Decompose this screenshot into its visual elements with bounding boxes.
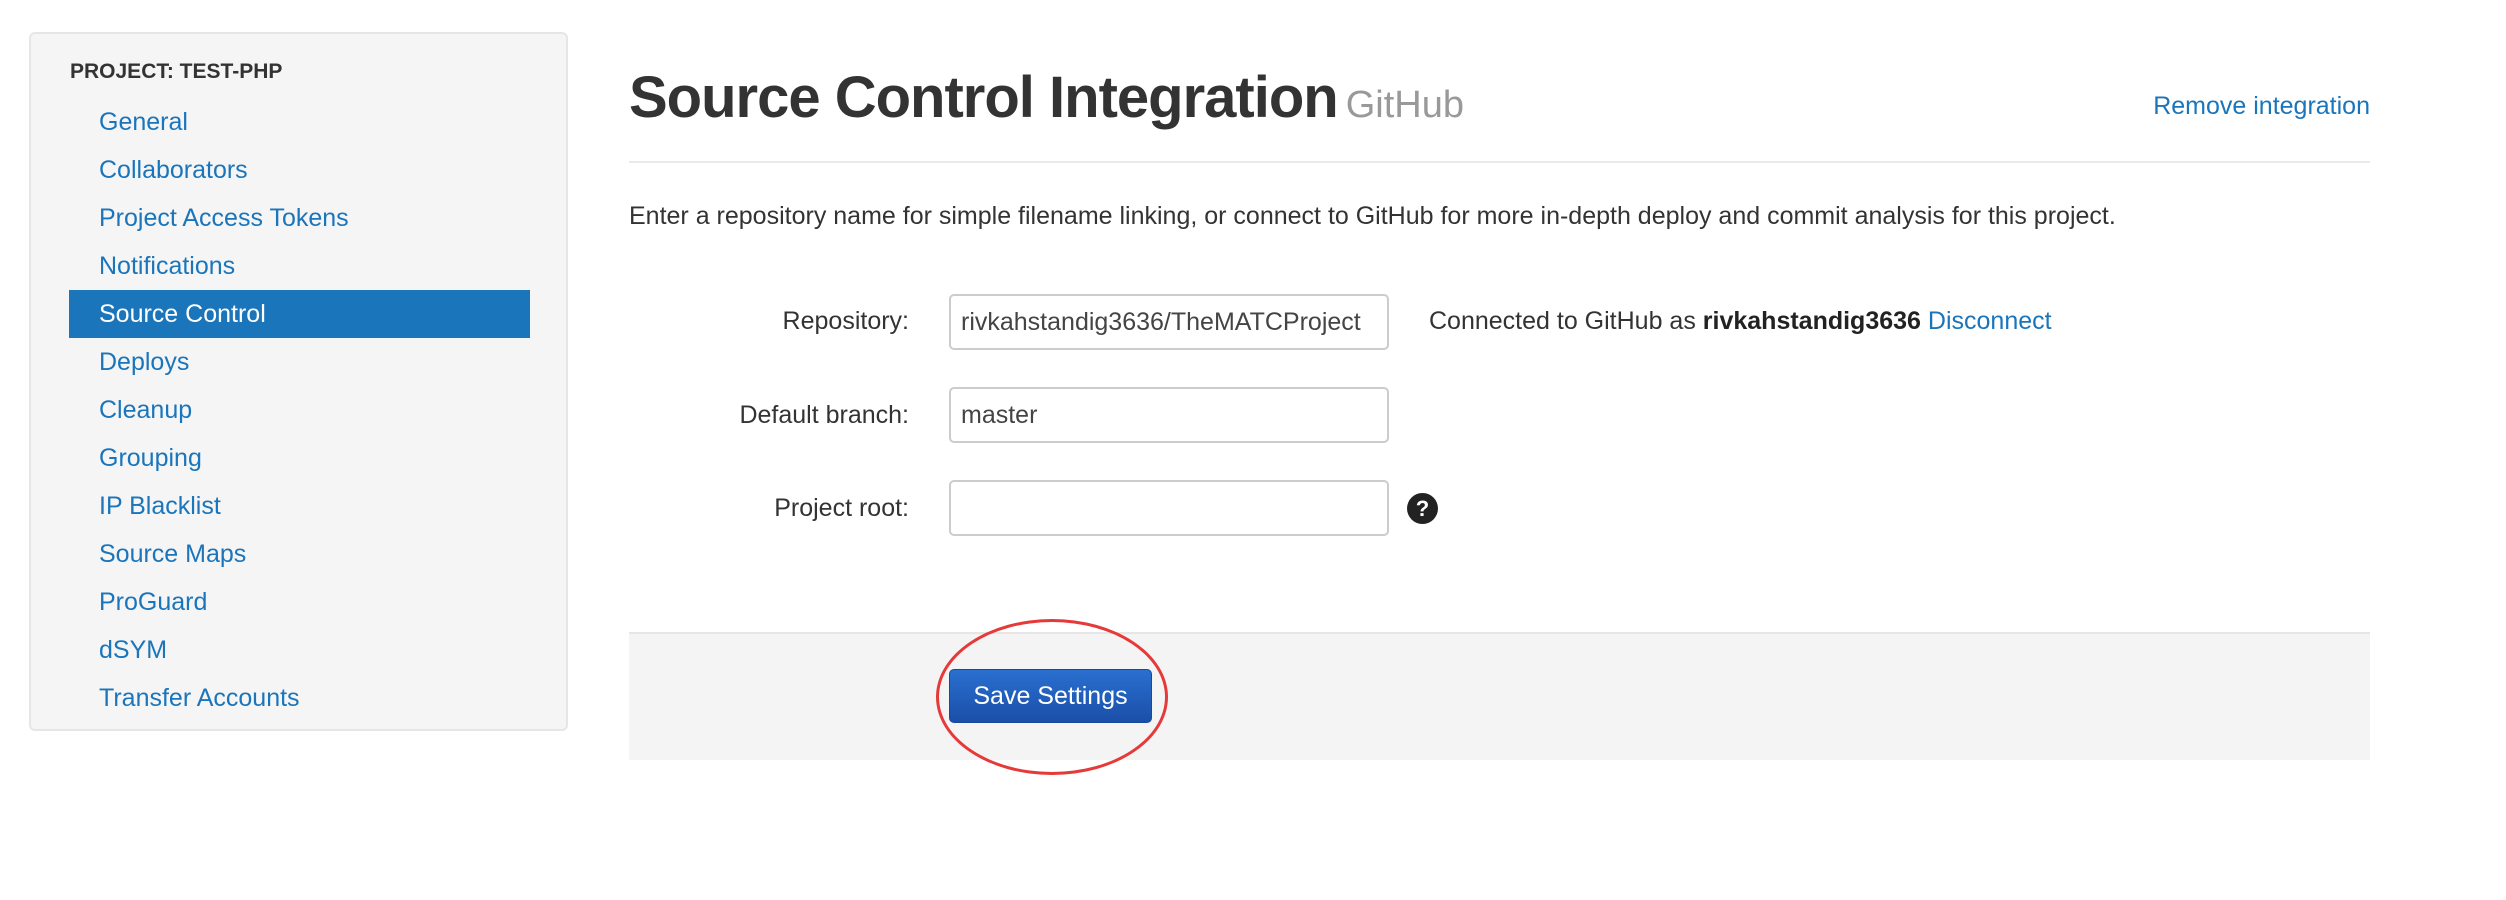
sidebar-item-collaborators[interactable]: Collaborators: [69, 146, 530, 194]
repository-label: Repository:: [782, 307, 909, 335]
help-icon[interactable]: ?: [1407, 493, 1438, 524]
page-title-text: Source Control Integration: [629, 65, 1339, 130]
sidebar-item-grouping[interactable]: Grouping: [69, 434, 530, 482]
connection-prefix: Connected to GitHub as: [1429, 307, 1696, 335]
sidebar-heading: PROJECT: TEST-PHP: [70, 60, 283, 83]
header-divider: [629, 161, 2370, 163]
page-subtitle: GitHub: [1345, 84, 1464, 126]
page-title: Source Control Integration GitHub: [629, 64, 1464, 131]
connected-user: rivkahstandig3636: [1702, 307, 1921, 335]
sidebar-item-deploys[interactable]: Deploys: [69, 338, 530, 386]
sidebar-nav: General Collaborators Project Access Tok…: [69, 98, 530, 722]
form-footer: [629, 632, 2370, 760]
project-settings-sidebar: PROJECT: TEST-PHP General Collaborators …: [29, 32, 568, 731]
default-branch-input[interactable]: [949, 387, 1389, 443]
sidebar-item-source-control[interactable]: Source Control: [69, 290, 530, 338]
description-text: Enter a repository name for simple filen…: [629, 202, 2116, 230]
sidebar-item-cleanup[interactable]: Cleanup: [69, 386, 530, 434]
sidebar-item-project-access-tokens[interactable]: Project Access Tokens: [69, 194, 530, 242]
sidebar-item-notifications[interactable]: Notifications: [69, 242, 530, 290]
sidebar-item-general[interactable]: General: [69, 98, 530, 146]
project-root-input[interactable]: [949, 480, 1389, 536]
repository-input[interactable]: [949, 294, 1389, 350]
project-root-label: Project root:: [774, 494, 909, 522]
default-branch-label: Default branch:: [739, 401, 909, 429]
connection-status: Connected to GitHub as rivkahstandig3636…: [1429, 307, 2052, 336]
save-settings-button[interactable]: Save Settings: [949, 669, 1152, 723]
sidebar-item-proguard[interactable]: ProGuard: [69, 578, 530, 626]
disconnect-link[interactable]: Disconnect: [1928, 307, 2052, 335]
remove-integration-link[interactable]: Remove integration: [2153, 92, 2370, 121]
sidebar-item-dsym[interactable]: dSYM: [69, 626, 530, 674]
sidebar-item-source-maps[interactable]: Source Maps: [69, 530, 530, 578]
sidebar-item-ip-blacklist[interactable]: IP Blacklist: [69, 482, 530, 530]
sidebar-item-transfer-accounts[interactable]: Transfer Accounts: [69, 674, 530, 722]
